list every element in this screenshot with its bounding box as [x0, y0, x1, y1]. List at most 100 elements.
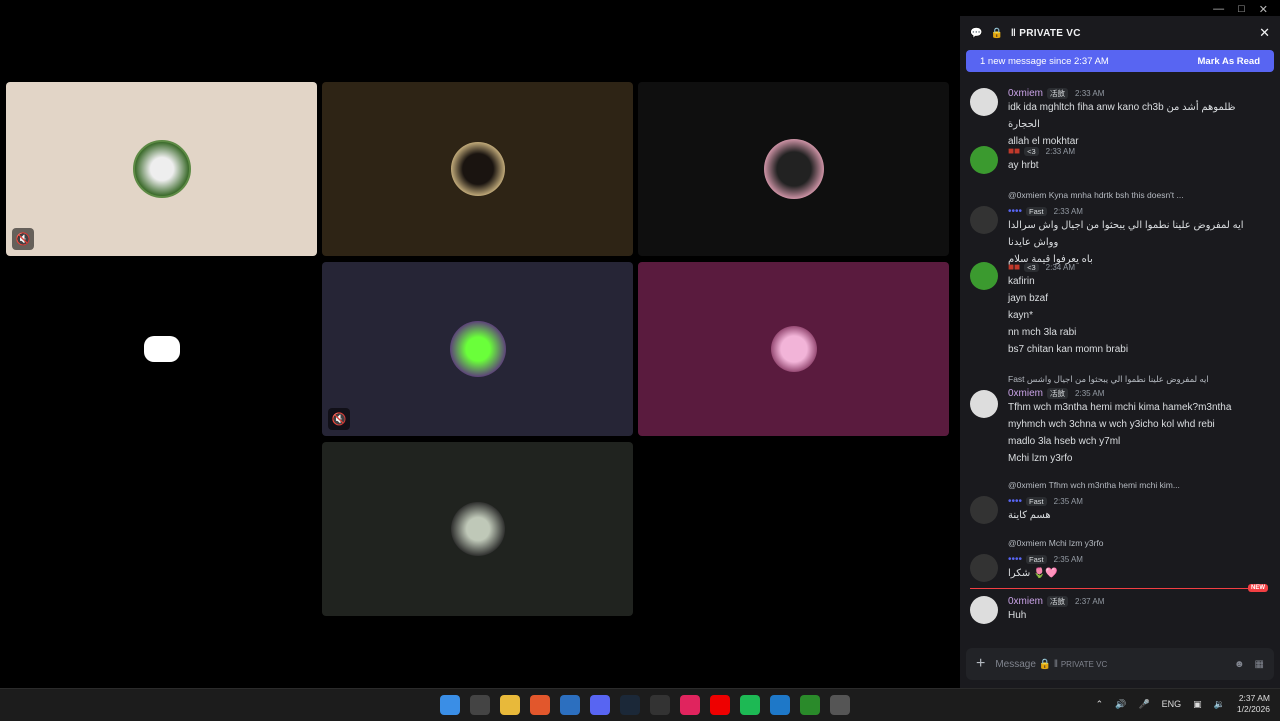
- chat-header: 💬 🔒 ‖ PRIVATE VC ✕: [960, 16, 1280, 50]
- new-messages-text: 1 new message since 2:37 AM: [980, 55, 1109, 67]
- chevron-up-icon[interactable]: ⌃: [1096, 699, 1104, 710]
- username[interactable]: ■■: [1008, 146, 1020, 157]
- avatar[interactable]: [970, 88, 998, 116]
- participant-tile-3[interactable]: [638, 82, 949, 256]
- username[interactable]: ••••: [1008, 496, 1022, 507]
- message-line: Huh: [1008, 610, 1027, 621]
- timestamp: 2:34 AM: [1045, 263, 1076, 272]
- avatar[interactable]: [970, 496, 998, 524]
- reply-preview[interactable]: @0xmiem Mchi lzm y3rfo: [1008, 538, 1104, 548]
- brave-icon[interactable]: [530, 695, 550, 715]
- avatar[interactable]: [970, 390, 998, 418]
- message-line: هسم كاينة: [1008, 510, 1051, 521]
- message-line: madlo 3la hseb wch y7ml: [1008, 436, 1121, 447]
- participant-avatar: [132, 140, 191, 198]
- new-messages-banner[interactable]: 1 new message since 2:37 AM Mark As Read: [966, 50, 1274, 72]
- edge-icon[interactable]: [560, 695, 580, 715]
- system-tray: ⌃ 🔊 🎤 ENG ▣ 🔉 2:37 AM 1/2/2026: [1096, 693, 1270, 715]
- obs-icon[interactable]: [830, 695, 850, 715]
- message-line: idk ida mghltch fiha anw kano ch3b ظلموه…: [1008, 102, 1236, 130]
- reply-preview[interactable]: @0xmiem Tfhm wch m3ntha hemi mchi kim...: [1008, 480, 1180, 490]
- message-line: kafirin: [1008, 276, 1035, 287]
- volume-icon[interactable]: 🔉: [1214, 699, 1225, 710]
- avatar[interactable]: [970, 596, 998, 624]
- clock-time: 2:37 AM: [1238, 693, 1270, 703]
- thread-icon: 💬: [970, 27, 983, 39]
- spotify-icon[interactable]: [740, 695, 760, 715]
- avatar[interactable]: [970, 206, 998, 234]
- youtube-icon[interactable]: [710, 695, 730, 715]
- chat-panel: 💬 🔒 ‖ PRIVATE VC ✕ 1 new message since 2…: [960, 16, 1280, 688]
- username[interactable]: 0xmiem: [1008, 596, 1043, 607]
- user-tag: 㓉敳: [1047, 596, 1069, 607]
- avatar[interactable]: [970, 554, 998, 582]
- user-tag: Fast: [1026, 497, 1047, 506]
- mark-as-read-button[interactable]: Mark As Read: [1198, 56, 1260, 67]
- user-tag: 㓉敳: [1047, 388, 1069, 399]
- timestamp: 2:35 AM: [1053, 497, 1083, 506]
- message-line: nn mch 3la rabi: [1008, 327, 1077, 338]
- participant-tile-1[interactable]: 🔇: [6, 82, 317, 256]
- vscode-icon[interactable]: [770, 695, 790, 715]
- timestamp: 2:35 AM: [1075, 389, 1105, 398]
- discord-icon[interactable]: [590, 695, 610, 715]
- clock[interactable]: 2:37 AM 1/2/2026: [1237, 693, 1270, 715]
- timestamp: 2:37 AM: [1075, 597, 1105, 606]
- muted-icon: 🔇: [12, 228, 34, 250]
- speaker-icon[interactable]: 🔊: [1115, 699, 1126, 710]
- channel-title: ‖ PRIVATE VC: [1010, 27, 1081, 39]
- lock-icon: 🔒: [990, 27, 1003, 39]
- username[interactable]: ••••: [1008, 554, 1022, 565]
- taskbar: ⌃ 🔊 🎤 ENG ▣ 🔉 2:37 AM 1/2/2026: [0, 688, 1280, 721]
- avatar[interactable]: [970, 146, 998, 174]
- user-tag: Fast: [1026, 555, 1047, 564]
- participant-avatar: [763, 139, 824, 199]
- message-line: شكرا 🌷🩷: [1008, 568, 1058, 579]
- message-composer[interactable]: + Message 🔒 ‖ PRIVATE VC ☻ ▦: [966, 648, 1274, 680]
- close-chat-icon[interactable]: ✕: [1259, 25, 1270, 41]
- message-line: Mchi lzm y3rfo: [1008, 453, 1073, 464]
- apps-icon[interactable]: ▦: [1255, 659, 1264, 670]
- clock-date: 1/2/2026: [1236, 704, 1270, 714]
- message-line: myhmch wch 3chna w wch y3icho kol whd re…: [1008, 419, 1215, 430]
- user-tag: Fast: [1026, 207, 1047, 216]
- user-tag: 㓉敳: [1047, 88, 1069, 99]
- discord-logo-icon: [143, 336, 180, 362]
- media-player-icon[interactable]: [680, 695, 700, 715]
- participant-tile-6[interactable]: [322, 442, 633, 616]
- avatar[interactable]: [970, 262, 998, 290]
- voice-call-stage: 🔇 🔇: [0, 16, 955, 688]
- participant-tile-4[interactable]: 🔇: [322, 262, 633, 436]
- muted-icon: 🔇: [328, 408, 350, 430]
- microphone-icon[interactable]: 🎤: [1138, 699, 1149, 710]
- language-indicator[interactable]: ENG: [1162, 699, 1182, 709]
- message-line: ay hrbt: [1008, 160, 1039, 171]
- username[interactable]: 0xmiem: [1008, 88, 1043, 99]
- epic-games-icon[interactable]: [650, 695, 670, 715]
- reply-preview[interactable]: Fast ايه لمفروض علينا نطموا الي يبحثوا م…: [1008, 374, 1209, 385]
- timestamp: 2:35 AM: [1053, 555, 1083, 564]
- participant-tile-2[interactable]: [322, 82, 633, 256]
- timestamp: 2:33 AM: [1053, 207, 1083, 216]
- taskbar-icons: [440, 695, 850, 715]
- message-line: jayn bzaf: [1008, 293, 1049, 304]
- username[interactable]: ■■: [1008, 262, 1020, 273]
- network-icon[interactable]: ▣: [1193, 699, 1202, 710]
- timestamp: 2:33 AM: [1075, 89, 1105, 98]
- user-tag: <3: [1024, 263, 1039, 272]
- add-attachment-icon[interactable]: +: [976, 655, 985, 673]
- participant-avatar: [449, 321, 506, 377]
- store-icon[interactable]: [470, 695, 490, 715]
- message-input[interactable]: Message 🔒 ‖ PRIVATE VC: [995, 659, 1224, 670]
- xbox-icon[interactable]: [800, 695, 820, 715]
- username[interactable]: 0xmiem: [1008, 388, 1043, 399]
- reply-preview[interactable]: @0xmiem Kyna mnha hdrtk bsh this doesn't…: [1008, 190, 1184, 200]
- username[interactable]: ••••: [1008, 206, 1022, 217]
- steam-icon[interactable]: [620, 695, 640, 715]
- participant-tile-5[interactable]: [638, 262, 949, 436]
- emoji-icon[interactable]: ☻: [1234, 659, 1245, 670]
- file-explorer-icon[interactable]: [500, 695, 520, 715]
- participant-avatar: [770, 326, 817, 372]
- new-badge: NEW: [1248, 584, 1268, 592]
- windows-start-icon[interactable]: [440, 695, 460, 715]
